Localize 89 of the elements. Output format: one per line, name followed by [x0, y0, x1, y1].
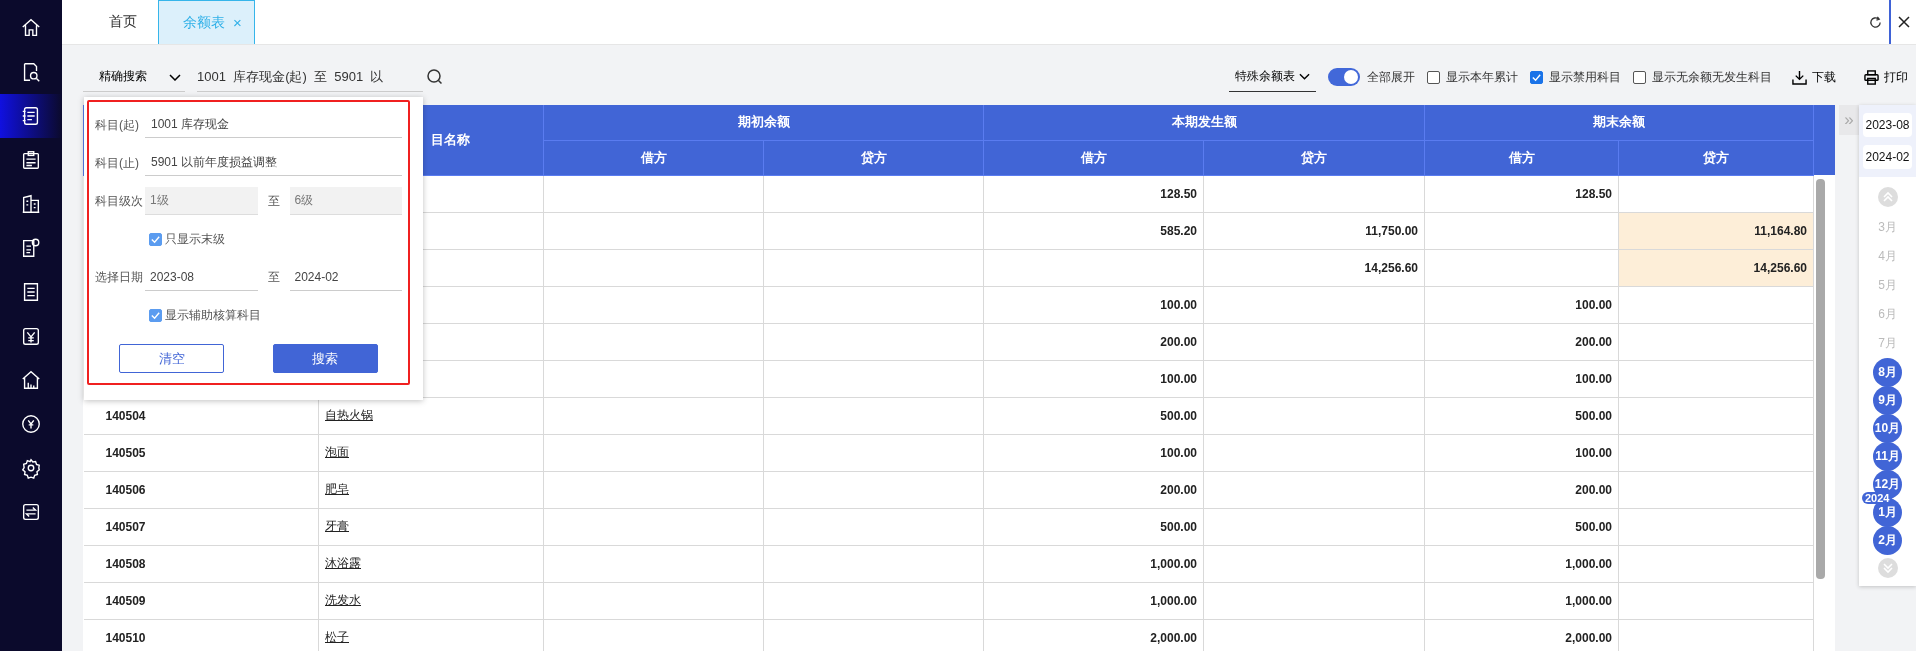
column-header: 贷方 — [763, 140, 984, 175]
month-item[interactable]: 2月 — [1873, 526, 1902, 555]
column-header: 期初余额 — [543, 105, 984, 140]
clear-button[interactable]: 清空 — [119, 344, 225, 373]
month-item[interactable]: 8月 — [1873, 358, 1902, 387]
range-separator: 至 — [267, 192, 280, 210]
download-button[interactable]: 下载 — [1784, 68, 1844, 86]
account-link[interactable]: 肥皂 — [318, 471, 544, 508]
search-field[interactable]: 1001 库存现金(起) 至 5901 以 — [197, 62, 423, 92]
report-type-dropdown[interactable]: 特殊余额表 — [1229, 62, 1316, 92]
column-header: 借方 — [983, 140, 1204, 175]
checkbox-label: 显示无余额无发生科目 — [1652, 68, 1772, 86]
table-cell: 200.00 — [1424, 471, 1619, 508]
scrollbar-thumb[interactable] — [1816, 179, 1825, 579]
table-cell: 100.00 — [1424, 360, 1619, 397]
checkbox-label: 显示辅助核算科目 — [165, 306, 261, 324]
list-icon[interactable] — [0, 94, 62, 138]
table-cell: 200.00 — [983, 471, 1204, 508]
table-cell: 100.00 — [983, 360, 1204, 397]
field-label: 科目(止) — [95, 154, 140, 172]
range-separator: 至 — [267, 268, 280, 286]
field-label: 科目(起) — [95, 116, 140, 134]
print-button[interactable]: 打印 — [1856, 68, 1916, 86]
year-badge: 2024 — [1862, 492, 1893, 504]
input-field[interactable]: 2023-08 — [145, 263, 258, 291]
toggle-label: 全部展开 — [1367, 68, 1415, 86]
column-header: 期末余额 — [1424, 105, 1814, 140]
account-link[interactable]: 洗发水 — [318, 582, 544, 619]
table-cell: 500.00 — [983, 397, 1204, 434]
table-cell: 500.00 — [983, 508, 1204, 545]
table-cell: 11,750.00 — [1203, 212, 1425, 249]
search-mode-dropdown[interactable]: 精确搜索 — [83, 62, 185, 92]
field-label: 科目级次 — [95, 192, 144, 210]
input-field[interactable]: 5901 以前年度损益调整 — [145, 150, 402, 176]
account-link[interactable]: 牙膏 — [318, 508, 544, 545]
column-header: 借方 — [1424, 140, 1619, 175]
toggle-switch[interactable] — [1328, 68, 1360, 86]
search-button[interactable]: 搜索 — [272, 344, 378, 373]
table-cell: 1,000.00 — [983, 582, 1204, 619]
month-item[interactable]: 10月 — [1873, 414, 1902, 443]
column-header: 本期发生额 — [983, 105, 1425, 140]
checkbox-label: 显示禁用科目 — [1549, 68, 1621, 86]
table-cell: 1,000.00 — [1424, 545, 1619, 582]
checkbox[interactable] — [1427, 70, 1440, 84]
checkbox-label: 显示本年累计 — [1446, 68, 1518, 86]
table-cell: 128.50 — [983, 175, 1204, 212]
table-cell: 1,000.00 — [983, 545, 1204, 582]
input-field[interactable]: 1001 库存现金 — [145, 112, 402, 138]
checkbox[interactable] — [149, 232, 162, 246]
table-cell: 100.00 — [983, 286, 1204, 323]
input-field[interactable]: 2024-02 — [289, 263, 402, 291]
account-link[interactable]: 松子 — [318, 619, 544, 651]
table-cell: 128.50 — [1424, 175, 1619, 212]
column-header: 借方 — [543, 140, 764, 175]
table-cell: 140506 — [83, 471, 319, 508]
table-cell: 100.00 — [1424, 286, 1619, 323]
account-link[interactable]: 沐浴露 — [318, 545, 544, 582]
table-cell: 140507 — [83, 508, 319, 545]
column-header: 贷方 — [1203, 140, 1425, 175]
table-cell: 585.20 — [983, 212, 1204, 249]
account-link[interactable]: 泡面 — [318, 434, 544, 471]
table-cell: 11,164.80 — [1618, 212, 1814, 249]
table-cell: 500.00 — [1424, 508, 1619, 545]
checkbox-label: 只显示末级 — [165, 230, 225, 248]
table-cell: 200.00 — [983, 323, 1204, 360]
table-cell: 100.00 — [1424, 434, 1619, 471]
month-item[interactable]: 11月 — [1873, 442, 1902, 471]
table-cell: 1,000.00 — [1424, 582, 1619, 619]
month-item[interactable]: 9月 — [1873, 386, 1902, 415]
table-cell: 140505 — [83, 434, 319, 471]
chevron-down-icon — [1299, 73, 1310, 80]
table-cell: 14,256.60 — [1618, 249, 1814, 286]
table-cell: 14,256.60 — [1203, 249, 1425, 286]
search-icon[interactable] — [427, 69, 443, 85]
table-cell: 140510 — [83, 619, 319, 651]
table-cell: 140508 — [83, 545, 319, 582]
table-cell: 500.00 — [1424, 397, 1619, 434]
download-icon — [1792, 69, 1807, 85]
table-cell: 140509 — [83, 582, 319, 619]
checkbox[interactable] — [1530, 70, 1543, 84]
table-cell: 200.00 — [1424, 323, 1619, 360]
printer-icon — [1864, 69, 1879, 85]
checkbox[interactable] — [1633, 70, 1646, 84]
date-chip[interactable]: 2024-02 — [1863, 145, 1912, 169]
date-chip[interactable]: 2023-08 — [1863, 113, 1912, 137]
column-header: 贷方 — [1618, 140, 1814, 175]
checkbox[interactable] — [149, 308, 162, 322]
table-cell: 100.00 — [983, 434, 1204, 471]
field-label: 选择日期 — [95, 268, 144, 286]
